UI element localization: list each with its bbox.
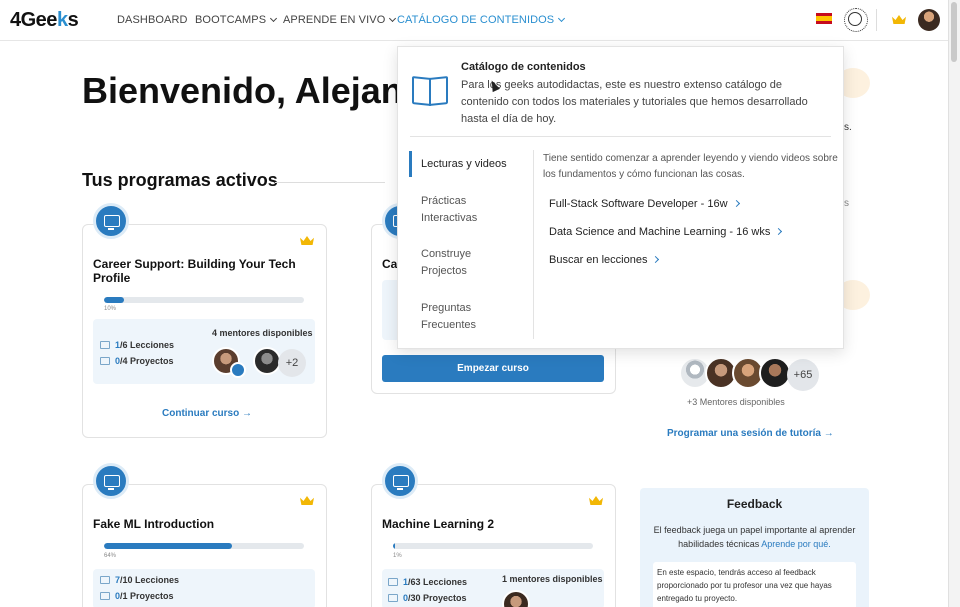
- chevron-right-icon: [652, 255, 660, 264]
- language-flag-icon[interactable]: [816, 13, 832, 24]
- chevron-down-icon: [270, 14, 278, 23]
- monitor-code-icon: [382, 463, 418, 499]
- course-title: Fake ML Introduction: [93, 517, 215, 531]
- nav-catalogo[interactable]: CATÁLOGO DE CONTENIDOS: [397, 14, 566, 26]
- book-icon: [100, 576, 110, 584]
- projects-count: 0/1 Proyectos: [100, 591, 174, 601]
- continue-course-link[interactable]: Continuar curso →: [162, 408, 252, 419]
- mentors-available: +3 Mentores disponibles: [687, 397, 785, 407]
- progress-bar: [104, 543, 304, 549]
- start-course-button[interactable]: Empezar curso: [382, 355, 604, 382]
- nav-aprende-en-vivo[interactable]: APRENDE EN VIVO: [283, 14, 397, 26]
- feedback-text: El feedback juega un papel importante al…: [646, 523, 863, 551]
- nav-dashboard[interactable]: DASHBOARD: [117, 14, 188, 26]
- dropdown-title: Catálogo de contenidos: [461, 61, 586, 73]
- mentor-avatar[interactable]: [253, 347, 281, 375]
- lessons-count: 1/63 Lecciones: [388, 577, 467, 587]
- monitor-code-icon: [93, 463, 129, 499]
- course-title: Career Support: Building Your Tech Profi…: [93, 257, 296, 285]
- catalog-link-label: Full-Stack Software Developer - 16w: [549, 198, 728, 210]
- mentors-available: 4 mentores disponibles: [212, 328, 313, 338]
- projects-total: /30 Proyectos: [408, 593, 467, 603]
- feedback-empty-box: En este espacio, tendrás acceso al feedb…: [653, 562, 856, 607]
- progress-label: 10%: [104, 306, 117, 312]
- projects-count: 0/4 Proyectos: [100, 356, 174, 366]
- welcome-heading: Bienvenido, Alejand: [82, 70, 425, 111]
- dropdown-divider: [410, 136, 831, 137]
- course-title: Ca: [382, 257, 398, 271]
- nav-catalogo-label: CATÁLOGO DE CONTENIDOS: [397, 14, 555, 26]
- open-book-icon: [412, 75, 446, 105]
- lessons-count: 7/10 Lecciones: [100, 575, 179, 585]
- scrollbar-thumb[interactable]: [951, 2, 957, 62]
- schedule-mentoring-link[interactable]: Programar una sesión de tutoría →: [667, 428, 834, 439]
- chevron-right-icon: [732, 199, 740, 208]
- mentor-badge-icon: [230, 362, 246, 378]
- feedback-title: Feedback: [726, 497, 783, 511]
- right-peek-text: s: [844, 198, 849, 209]
- monitor-code-icon: [93, 203, 129, 239]
- lessons-total: /63 Lecciones: [408, 577, 468, 587]
- chevron-down-icon: [558, 14, 566, 23]
- lessons-count: 1/6 Lecciones: [100, 340, 174, 350]
- learn-why-link[interactable]: Aprende por qué.: [761, 539, 831, 549]
- catalog-link-fullstack[interactable]: Full-Stack Software Developer - 16w: [549, 198, 740, 210]
- catalog-link-datascience[interactable]: Data Science and Machine Learning - 16 w…: [549, 226, 783, 238]
- chevron-down-icon: [389, 14, 397, 23]
- progress-bar: [393, 543, 593, 549]
- course-title: Machine Learning 2: [382, 517, 495, 531]
- progress-fill: [393, 543, 395, 549]
- dropdown-tab-lecturas[interactable]: Lecturas y videos: [421, 156, 521, 173]
- catalog-link-label: Buscar en lecciones: [549, 254, 648, 266]
- right-peek-text: s.: [844, 122, 852, 133]
- dropdown-tab-practicas[interactable]: Prácticas Interactivas: [421, 193, 491, 227]
- logo[interactable]: 4Geeks: [10, 9, 79, 32]
- section-divider: [275, 182, 385, 183]
- projects-total: /1 Proyectos: [120, 591, 174, 601]
- lessons-total: /10 Lecciones: [120, 575, 180, 585]
- nav-aprende-label: APRENDE EN VIVO: [283, 14, 386, 26]
- dropdown-tab-proyectos[interactable]: Construye Projectos: [421, 246, 491, 280]
- catalog-dropdown: Catálogo de contenidos Para los geeks au…: [397, 46, 844, 349]
- nav-divider: [876, 9, 877, 31]
- projects-total: /4 Proyectos: [120, 356, 174, 366]
- lessons-total: /6 Lecciones: [120, 340, 175, 350]
- nav-bootcamps[interactable]: BOOTCAMPS: [195, 14, 278, 26]
- feedback-empty-text: En este espacio, tendrás acceso al feedb…: [657, 568, 832, 603]
- catalog-link-label: Data Science and Machine Learning - 16 w…: [549, 226, 771, 238]
- nav-bootcamps-label: BOOTCAMPS: [195, 14, 267, 26]
- dropdown-description: Para los geeks autodidactas, este es nue…: [461, 79, 808, 125]
- mentors-available: 1 mentores disponibles: [502, 574, 603, 584]
- progress-label: 64%: [104, 553, 117, 559]
- more-mentors[interactable]: +2: [278, 349, 306, 377]
- more-mentors[interactable]: +65: [787, 359, 819, 391]
- progress-bar: [104, 297, 304, 303]
- projects-count: 0/30 Proyectos: [388, 593, 467, 603]
- project-icon: [388, 594, 398, 602]
- crown-icon[interactable]: [892, 15, 906, 24]
- progress-fill: [104, 297, 124, 303]
- chevron-right-icon: [775, 227, 783, 236]
- progress-label: 1%: [393, 553, 402, 559]
- top-navbar: 4Geeks DASHBOARD BOOTCAMPS APRENDE EN VI…: [0, 0, 948, 41]
- catalog-link-buscar[interactable]: Buscar en lecciones: [549, 254, 660, 266]
- user-avatar[interactable]: [918, 9, 940, 31]
- book-icon: [388, 578, 398, 586]
- active-programs-title: Tus programas activos: [82, 170, 278, 190]
- active-indicator: [409, 151, 412, 177]
- project-icon: [100, 592, 110, 600]
- dropdown-tab-preguntas[interactable]: Preguntas Frecuentes: [421, 300, 491, 334]
- theme-toggle-icon[interactable]: [844, 8, 868, 32]
- project-icon: [100, 357, 110, 365]
- scrollbar[interactable]: [948, 0, 960, 607]
- book-icon: [100, 341, 110, 349]
- dropdown-intro: Tiene sentido comenzar a aprender leyend…: [543, 153, 838, 180]
- dropdown-vertical-divider: [533, 150, 534, 339]
- progress-fill: [104, 543, 232, 549]
